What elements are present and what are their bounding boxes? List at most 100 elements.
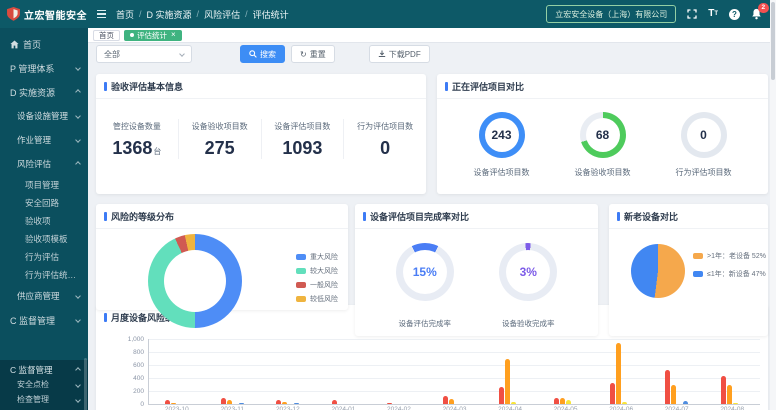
sidebar-item-label: 行为评估统… <box>25 269 80 281</box>
ring-value: 68 <box>580 112 626 158</box>
sidebar-item-label: C 监督管理 <box>10 314 76 327</box>
tab-评估统计[interactable]: 评估统计× <box>124 30 182 41</box>
sidebar-submenu-panel: C 监督管理安全点检检查管理隐患排查问卷调查 <box>0 360 88 410</box>
legend-item[interactable]: ≤1年：新设备 47% <box>693 269 766 279</box>
x-axis-labels: 2023-102023-112023-122024-012024-022024-… <box>149 406 760 410</box>
download-pdf-button[interactable]: 下载PDF <box>369 45 430 63</box>
sidebar-submenu-header[interactable]: C 监督管理 <box>0 362 88 377</box>
bar-group <box>427 339 483 404</box>
sidebar-submenu-item[interactable]: 检查管理 <box>0 392 88 407</box>
gauge-value: 3% <box>499 243 557 301</box>
card-title: 设备评估项目完成率对比 <box>355 204 598 229</box>
help-icon[interactable]: ? <box>729 9 740 20</box>
sidebar-submenu-item[interactable]: 安全点检 <box>0 377 88 392</box>
sidebar-item[interactable]: 作业管理 <box>0 128 88 152</box>
sidebar-item[interactable]: 验收项 <box>0 212 88 230</box>
bar <box>727 385 732 405</box>
x-axis-tick-label: 2023-12 <box>260 406 316 410</box>
bar-group <box>316 339 372 404</box>
tags-view-bar: 首页评估统计× <box>88 28 776 43</box>
tab-首页[interactable]: 首页 <box>93 30 120 41</box>
bar <box>171 403 176 405</box>
sidebar-item-label: 作业管理 <box>17 134 76 146</box>
breadcrumb-item[interactable]: 评估统计 <box>253 8 289 21</box>
stat-label: 管控设备数量 <box>96 121 178 132</box>
fullscreen-icon[interactable] <box>687 9 697 19</box>
legend-item[interactable]: 一般风险 <box>296 280 338 290</box>
app-logo[interactable]: 立宏智能安全 <box>0 7 88 22</box>
notification-badge: 2 <box>758 3 769 13</box>
bar-group <box>593 339 649 404</box>
bar <box>566 400 571 404</box>
legend-label: 一般风险 <box>310 280 338 290</box>
legend-item[interactable]: 较低风险 <box>296 294 338 304</box>
sidebar-item-label: 风险评估 <box>17 158 76 170</box>
sidebar-item[interactable]: D 实施资源 <box>0 80 88 104</box>
card-acceptance-basic-info: 验收评估基本信息 管控设备数量1368台设备验收项目数275设备评估项目数109… <box>96 74 426 194</box>
x-axis-tick-label: 2023-10 <box>149 406 205 410</box>
reset-button[interactable]: ↻ 重置 <box>291 45 335 63</box>
tab-close-icon[interactable]: × <box>171 31 176 39</box>
sidebar-scrollbar-thumb[interactable] <box>84 358 87 410</box>
ring-label: 行为评估项目数 <box>676 167 732 178</box>
sidebar-item[interactable]: P 管理体系 <box>0 56 88 80</box>
legend-label: 较低风险 <box>310 294 338 304</box>
sidebar-item-label: 验收项模板 <box>25 233 80 245</box>
refresh-icon: ↻ <box>300 50 307 59</box>
bar <box>671 385 676 404</box>
sidebar-item[interactable]: 供应商管理 <box>0 284 88 308</box>
gauge-ring: 15% <box>396 243 454 301</box>
legend-label: 较大风险 <box>310 266 338 276</box>
stat-value: 275 <box>179 139 261 157</box>
bar-group <box>149 339 205 404</box>
sidebar-item[interactable]: 安全回路 <box>0 194 88 212</box>
legend-label: 重大风险 <box>310 252 338 262</box>
breadcrumb-item[interactable]: 风险评估 <box>204 8 240 21</box>
bar <box>560 398 565 405</box>
ring-value: 0 <box>681 112 727 158</box>
stat-label: 设备评估项目数 <box>262 121 344 132</box>
breadcrumb-item[interactable]: 首页 <box>116 8 134 21</box>
legend-item[interactable]: 较大风险 <box>296 266 338 276</box>
card-in-progress-comparison: 正在评估项目对比 243设备评估项目数68设备验收项目数0行为评估项目数 <box>437 74 768 194</box>
x-axis-tick-label: 2024-03 <box>427 406 483 410</box>
legend-swatch <box>296 282 306 288</box>
sidebar-item[interactable]: 风险评估 <box>0 152 88 176</box>
filter-select[interactable]: 全部 <box>96 45 192 63</box>
download-icon <box>378 50 386 58</box>
page-scrollbar[interactable] <box>770 0 776 410</box>
breadcrumb-item[interactable]: D 实施资源 <box>147 8 192 21</box>
bar <box>683 401 688 404</box>
sidebar-item[interactable]: 项目管理 <box>0 176 88 194</box>
sidebar-item[interactable]: 首页 <box>0 32 88 56</box>
stat-item: 管控设备数量1368台 <box>96 119 179 159</box>
shield-logo-icon <box>7 7 20 21</box>
font-size-icon[interactable]: TT <box>708 9 718 19</box>
company-button[interactable]: 立宏安全设备（上海）有限公司 <box>546 5 676 23</box>
card-title: 新老设备对比 <box>609 204 768 229</box>
app-header: 立宏智能安全 首页/D 实施资源/风险评估/评估统计 立宏安全设备（上海）有限公… <box>0 0 776 28</box>
legend-swatch <box>296 268 306 274</box>
search-button[interactable]: 搜索 <box>240 45 285 63</box>
sidebar-item[interactable]: 行为评估统… <box>0 266 88 284</box>
bar-group <box>205 339 261 404</box>
progress-ring: 68 <box>580 112 626 158</box>
sidebar-item[interactable]: 设备设施管理 <box>0 104 88 128</box>
bar-plot-area <box>149 339 760 404</box>
gauge-value: 15% <box>396 243 454 301</box>
sidebar-item[interactable]: C 监督管理 <box>0 308 88 332</box>
bar <box>165 400 170 404</box>
x-axis-tick-label: 2024-05 <box>538 406 594 410</box>
sidebar-item[interactable]: 行为评估 <box>0 248 88 266</box>
legend-label: >1年：老设备 52% <box>707 251 766 261</box>
legend-item[interactable]: >1年：老设备 52% <box>693 251 766 261</box>
legend-item[interactable]: 重大风险 <box>296 252 338 262</box>
filter-toolbar: 全部 搜索 ↻ 重置 下载PDF <box>96 45 430 63</box>
legend-swatch <box>296 296 306 302</box>
sidebar-item-label: 项目管理 <box>25 179 80 191</box>
bell-icon[interactable]: 2 <box>751 8 762 20</box>
page-scrollbar-thumb[interactable] <box>771 2 775 80</box>
x-axis-tick-label: 2024-06 <box>593 406 649 410</box>
sidebar-item[interactable]: 验收项模板 <box>0 230 88 248</box>
menu-fold-icon[interactable] <box>97 10 106 19</box>
